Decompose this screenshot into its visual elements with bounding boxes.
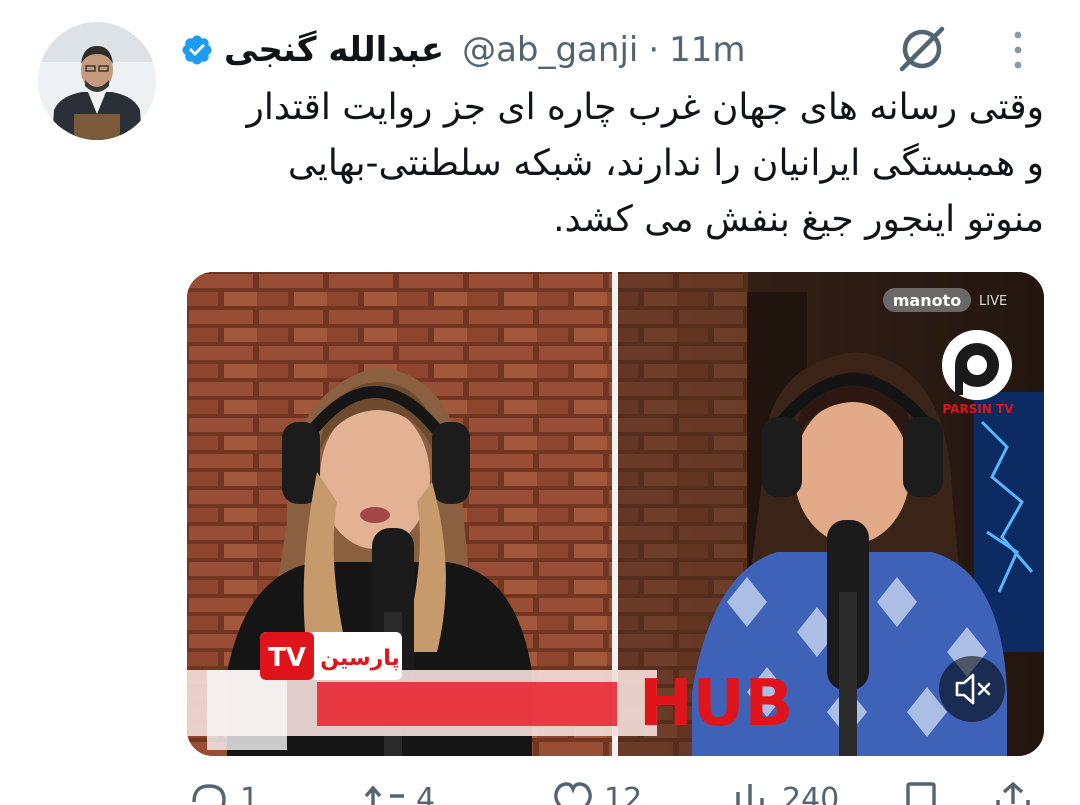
- author-handle[interactable]: @ab_ganji: [462, 30, 638, 70]
- bookmark-icon: [906, 782, 936, 805]
- views-count: 240: [782, 782, 840, 805]
- retweet-button[interactable]: 4: [362, 780, 435, 805]
- mute-icon: [955, 673, 991, 705]
- verified-badge-icon: [182, 35, 212, 65]
- like-button[interactable]: 12: [550, 780, 642, 805]
- author-name[interactable]: عبدالله گنجی: [224, 30, 444, 70]
- parsin-tv-label: PARSIN TV: [942, 402, 1014, 416]
- author-avatar[interactable]: [38, 22, 156, 140]
- retweet-icon: [364, 785, 404, 805]
- like-icon: [554, 782, 592, 805]
- tweet-text-line: و همبستگی ایرانیان را ندارند، شبکه سلطنت…: [287, 143, 1044, 184]
- parsin-logo-text: پارسین: [320, 646, 400, 671]
- retweet-count: 4: [416, 782, 436, 805]
- separator-dot: ·: [648, 30, 660, 70]
- grok-icon[interactable]: [893, 20, 951, 78]
- reply-icon: [192, 784, 226, 805]
- bookmark-button[interactable]: [898, 780, 944, 805]
- avatar-image: [38, 22, 156, 140]
- tweet-video[interactable]: TV پارسین HUB manoto LIVE PARSIN TV: [187, 272, 1044, 756]
- video-frame: TV پارسین HUB manoto LIVE PARSIN TV: [187, 272, 1044, 756]
- tweet-timestamp[interactable]: 11m: [669, 30, 745, 70]
- live-watermark: LIVE: [979, 294, 1007, 309]
- mute-button[interactable]: [939, 656, 1005, 722]
- parsin-tv-mark: TV: [268, 643, 306, 673]
- tweet-text-line: وقتی رسانه های جهان غرب چاره ای جز روایت…: [246, 87, 1044, 128]
- hub-text: HUB: [639, 667, 793, 741]
- parsin-circle-logo: [942, 330, 1012, 400]
- tweet-text-line: منوتو اینجور جیغ بنفش می کشد.: [553, 199, 1044, 240]
- share-icon: [996, 781, 1030, 805]
- views-icon: [736, 784, 764, 805]
- tweet-text: وقتی رسانه های جهان غرب چاره ای جز روایت…: [182, 80, 1044, 248]
- tweet-header: عبدالله گنجی @ab_ganji · 11m: [180, 22, 1000, 78]
- reply-button[interactable]: 1: [186, 780, 259, 805]
- views-button[interactable]: 240: [728, 780, 839, 805]
- like-count: 12: [604, 782, 643, 805]
- more-icon[interactable]: [1003, 27, 1033, 73]
- share-button[interactable]: [990, 780, 1036, 805]
- manoto-watermark: manoto: [893, 291, 962, 310]
- reply-count: 1: [240, 782, 260, 805]
- tweet-actions: 1 4 12 240: [0, 780, 1080, 805]
